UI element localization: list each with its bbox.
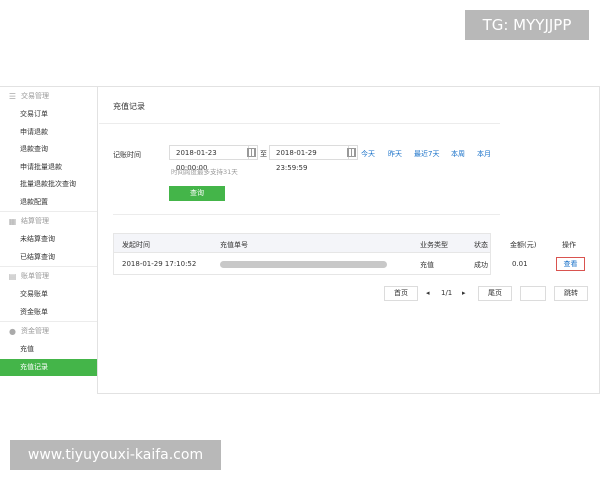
watermark-top: TG: MYYJJPP	[465, 10, 589, 40]
sidebar-item-settled[interactable]: 已结算查询	[0, 249, 97, 267]
query-button[interactable]: 查询	[169, 186, 225, 201]
sidebar-group-label: 交易管理	[21, 92, 49, 100]
sidebar-group-label: 结算管理	[21, 217, 49, 225]
sidebar-item-apply-refund[interactable]: 申请退款	[0, 124, 97, 142]
money-bag-icon: ●	[9, 327, 16, 336]
bill-icon: ▤	[8, 272, 17, 281]
sidebar-item-batch-refund-query[interactable]: 批量退款批次查询	[0, 176, 97, 194]
quick-link-this-week[interactable]: 本周	[451, 149, 465, 159]
first-page-button[interactable]: 首页	[384, 286, 418, 301]
sidebar-item-trade-orders[interactable]: 交易订单	[0, 106, 97, 124]
divider	[113, 214, 500, 215]
col-header-order-no: 充值单号	[220, 241, 248, 249]
divider	[99, 123, 500, 124]
sidebar-group-bills: ▤ 账单管理 交易账单 资金账单	[0, 267, 97, 322]
sidebar-item-recharge-records[interactable]: 充值记录	[0, 358, 97, 376]
col-header-amount: 金额(元)	[510, 241, 537, 249]
quick-link-today[interactable]: 今天	[361, 149, 375, 159]
sidebar-item-trade-bill[interactable]: 交易账单	[0, 286, 97, 304]
page-title: 充值记录	[113, 102, 145, 111]
sidebar-item-batch-refund[interactable]: 申请批量退款	[0, 159, 97, 177]
col-header-type: 业务类型	[420, 241, 448, 249]
sidebar-group-title: ▤ 账单管理	[0, 267, 97, 286]
view-button[interactable]: 查看	[556, 257, 585, 271]
records-table: 发起时间 充值单号 业务类型 状态 金额(元) 操作 2018-01-29 17…	[113, 233, 585, 275]
sidebar-group-settlement: ▦ 结算管理 未结算查询 已结算查询	[0, 212, 97, 267]
cell-status: 成功	[474, 261, 488, 269]
end-date-value: 2018-01-29 23:59:59	[276, 149, 317, 172]
quick-link-this-month[interactable]: 本月	[477, 149, 491, 159]
col-header-status: 状态	[474, 241, 488, 249]
jump-button[interactable]: 跳转	[554, 286, 588, 301]
page-info: 1/1	[441, 289, 453, 297]
sidebar-group-label: 资金管理	[21, 327, 49, 335]
cell-type: 充值	[420, 261, 434, 269]
last-page-button[interactable]: 尾页	[478, 286, 512, 301]
sidebar-group-trade: ☰ 交易管理 交易订单 申请退款 退款查询 申请批量退款 批量退款批次查询 退款…	[0, 87, 97, 212]
masked-order-number	[220, 261, 387, 268]
quick-link-yesterday[interactable]: 昨天	[388, 149, 402, 159]
sidebar-item-recharge[interactable]: 充值	[0, 341, 97, 359]
sidebar-item-unsettled[interactable]: 未结算查询	[0, 231, 97, 249]
calendar-icon[interactable]	[247, 145, 258, 160]
start-date-input[interactable]: 2018-01-23 00:00:00	[169, 145, 249, 172]
jump-page-input[interactable]	[520, 286, 546, 301]
sidebar-group-label: 账单管理	[21, 272, 49, 280]
end-date-input[interactable]: 2018-01-29 23:59:59	[269, 145, 349, 172]
sidebar: ☰ 交易管理 交易订单 申请退款 退款查询 申请批量退款 批量退款批次查询 退款…	[0, 87, 98, 394]
sidebar-group-title: ☰ 交易管理	[0, 87, 97, 106]
date-range-hint: 时间跨度最多支持31天	[171, 168, 238, 176]
table-header: 发起时间 充值单号 业务类型 状态 金额(元) 操作	[114, 234, 576, 253]
app-window: ☰ 交易管理 交易订单 申请退款 退款查询 申请批量退款 批量退款批次查询 退款…	[0, 86, 600, 394]
col-header-time: 发起时间	[122, 241, 150, 249]
watermark-bottom: www.tiyuyouxi-kaifa.com	[10, 440, 221, 470]
quick-link-last7days[interactable]: 最近7天	[414, 149, 439, 159]
prev-page-icon[interactable]: ◂	[426, 286, 430, 301]
cell-amount: 0.01	[512, 260, 528, 268]
calendar-icon[interactable]	[347, 145, 358, 160]
sidebar-group-title: ▦ 结算管理	[0, 212, 97, 231]
sidebar-item-refund-config[interactable]: 退款配置	[0, 194, 97, 212]
table-row: 2018-01-29 17:10:52 充值 成功 0.01 查看	[114, 253, 585, 274]
bars-icon: ☰	[8, 92, 17, 101]
sidebar-item-fund-bill[interactable]: 资金账单	[0, 304, 97, 322]
date-separator: 至	[260, 150, 267, 158]
col-header-action: 操作	[562, 241, 576, 249]
sidebar-item-refund-query[interactable]: 退款查询	[0, 141, 97, 159]
main-content: 充值记录 记账时间 2018-01-23 00:00:00 至 2018-01-…	[99, 87, 588, 394]
grid-icon: ▦	[8, 217, 17, 226]
next-page-icon[interactable]: ▸	[462, 286, 466, 301]
sidebar-group-title: ● 资金管理	[0, 322, 97, 341]
sidebar-group-funds: ● 资金管理 充值 充值记录	[0, 322, 97, 376]
date-filter-label: 记账时间	[113, 151, 141, 159]
cell-time: 2018-01-29 17:10:52	[122, 260, 197, 268]
